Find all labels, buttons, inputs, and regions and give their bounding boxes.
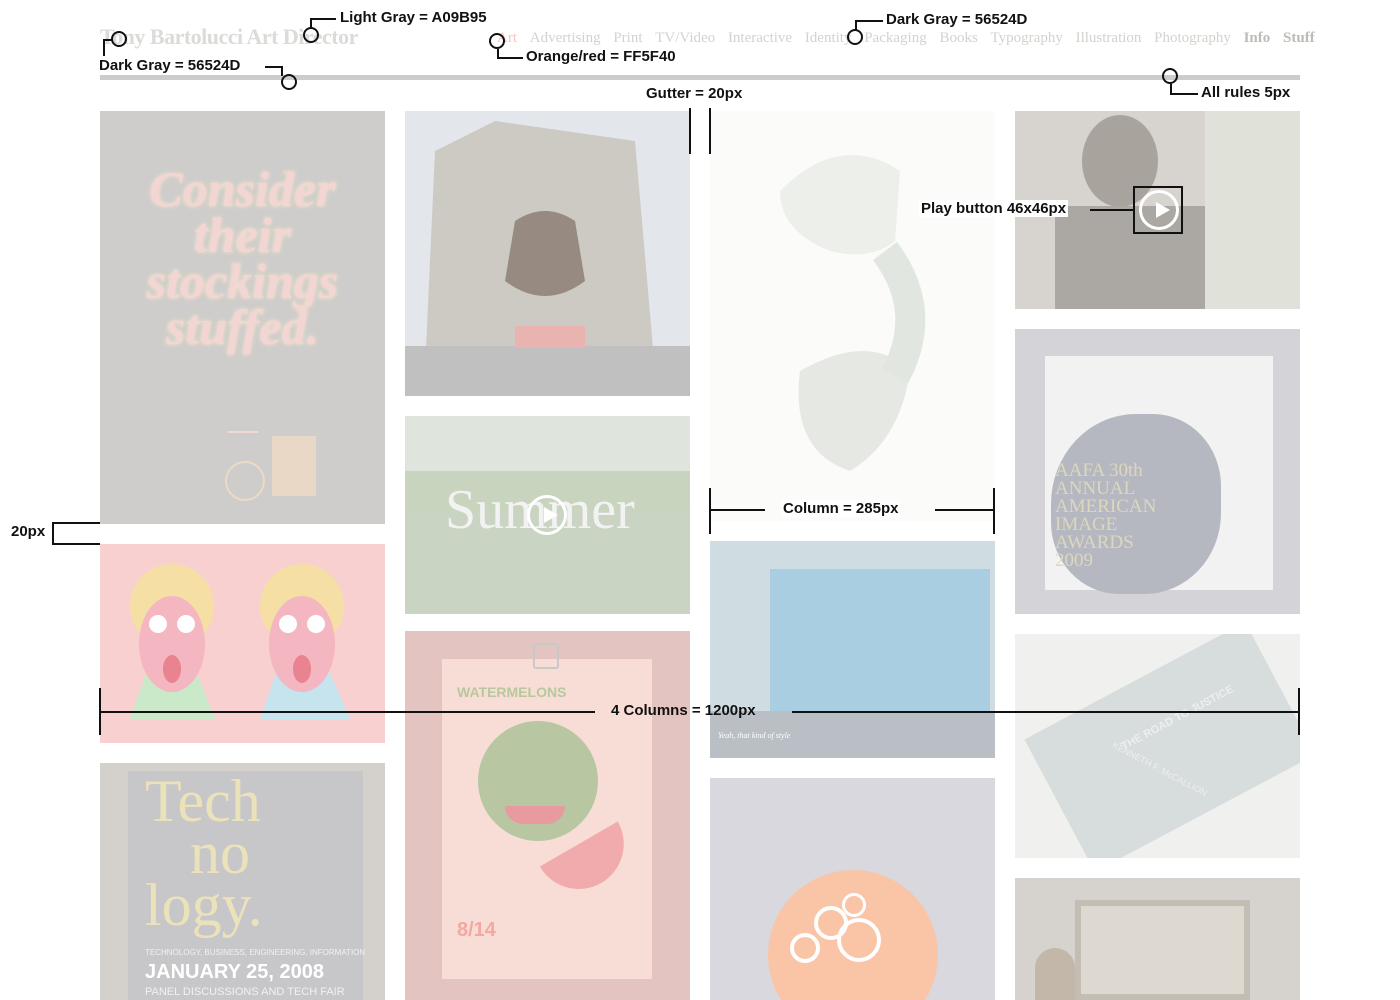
annotation-gutter-tick [709,108,711,154]
melon-title: WATERMELONS [457,684,567,700]
annotation-grid-line [792,711,1299,713]
annotation-leader [103,39,113,41]
tile-building-mural[interactable] [405,111,690,396]
site-title[interactable]: Tony Bartolucci Art Director [100,24,358,50]
poster-line: stockings [146,253,339,309]
nav-item-advertising[interactable]: Advertising [530,30,601,46]
bubble-icon [837,918,881,962]
tech-headline: Tech no logy. [145,771,263,938]
annotation-column: Column = 285px [781,500,901,517]
annotation-dark-gray-top: Dark Gray = 56524D [884,11,1030,28]
annotation-leader [1170,93,1198,95]
annotation-leader [497,57,523,59]
aquarium-window [770,569,990,719]
main-nav: Art Advertising Print TV/Video Interacti… [497,30,1315,47]
bubble-icon [842,893,866,917]
annotation-marker-orange-red [489,33,505,49]
light-swirl [228,431,258,433]
nav-item-stuff[interactable]: Stuff [1283,30,1315,46]
book-cover-icon [1024,634,1300,858]
annotation-leader [103,39,105,56]
tech-line: logy. [145,872,263,938]
lottery-ticket-icon [272,436,316,496]
nav-item-photography[interactable]: Photography [1154,30,1231,46]
annotation-leader [855,20,883,22]
poster-headline: Consider their stockings stuffed. [100,161,385,355]
annotation-row-gap-tick [52,543,100,545]
aquarium-caption: Yeah, that kind of style [718,731,791,740]
annotation-play-button-box [1133,186,1183,234]
annotation-leader [310,18,336,20]
annotation-leader [281,66,283,76]
annotation-column-tick [709,488,711,534]
annotation-grid-line [99,711,595,713]
annotation-leader [1090,209,1134,211]
tech-date: JANUARY 25, 2008 [145,961,324,983]
tile-aafa-awards[interactable]: AAFA 30th ANNUAL AMERICAN IMAGE AWARDS 2… [1015,329,1300,614]
tile-money-letter[interactable] [710,111,995,521]
annotation-column-tick [993,488,995,534]
tile-bubbles-logo[interactable] [710,778,995,1000]
clip-icon [533,643,559,669]
lottery-seal-icon [225,461,265,501]
annotation-all-rules: All rules 5px [1199,84,1293,101]
nav-item-typography[interactable]: Typography [991,30,1063,46]
annotation-marker-dark-gray-nav [847,29,863,45]
annotation-column-line [709,509,765,511]
subway-frame [1075,900,1250,1000]
play-icon[interactable] [527,495,567,535]
tech-subtitle: TECHNOLOGY, BUSINESS, ENGINEERING, INFOR… [145,948,366,957]
tile-subway-photo[interactable] [1015,878,1300,1000]
aafa-line: 2009 [1055,550,1093,571]
poster-line: Consider [149,161,336,217]
money-sculpture-icon [780,155,926,471]
annotation-row-gap-tick [52,522,100,524]
annotation-marker-all-rules [1162,68,1178,84]
nav-item-info[interactable]: Info [1244,30,1271,46]
tile-stockings-poster[interactable]: Consider their stockings stuffed. [100,111,385,524]
annotation-column-line [935,509,995,511]
annotation-gutter-tick [689,108,691,154]
twin-left [130,564,215,719]
melon-date: 8/14 [457,919,496,941]
nav-item-print[interactable]: Print [613,30,642,46]
building-photo-icon [405,111,690,396]
nav-item-interactive[interactable]: Interactive [728,30,792,46]
tile-twins-illustration[interactable] [100,544,385,743]
tile-technology-poster[interactable]: Tech no logy. TECHNOLOGY, BUSINESS, ENGI… [100,763,385,1000]
nav-item-illustration[interactable]: Illustration [1076,30,1142,46]
poster-line: their [193,207,292,263]
annotation-marker-light-gray [303,27,319,43]
nav-item-packaging[interactable]: Packaging [864,30,926,46]
annotation-play-button: Play button 46x46px [919,200,1069,217]
annotation-row-gap: 20px [11,523,46,540]
tile-watermelons-poster[interactable]: WATERMELONS 8/14 [405,631,690,1000]
header-rule [100,75,1300,80]
annotation-dark-gray-left: Dark Gray = 56524D [97,57,243,74]
annotation-marker-dark-gray-title [111,31,127,47]
annotation-row-gap-bracket [52,522,54,545]
tech-footer: PANEL DISCUSSIONS AND TECH FAIR [145,986,345,998]
nav-item-books[interactable]: Books [939,30,977,46]
aafa-title: AAFA 30th ANNUAL AMERICAN IMAGE AWARDS 2… [1055,461,1156,571]
nav-item-tv-video[interactable]: TV/Video [655,30,715,46]
annotation-orange-red: Orange/red = FF5F40 [524,48,678,65]
poster-line: stuffed. [165,299,320,355]
melon-mouth [505,806,565,824]
twins-illustration-icon [100,544,385,743]
nav-item-identity[interactable]: Identity [805,30,852,46]
bubble-icon [790,933,820,963]
annotation-gutter: Gutter = 20px [644,85,745,102]
tile-road-to-justice-book[interactable]: THE ROAD TO JUSTICE KENNETH F. McCALLION [1015,634,1300,858]
tile-summer-video[interactable]: Summer [405,416,690,614]
person-icon [1035,948,1075,1000]
annotation-light-gray: Light Gray = A09B95 [338,9,489,26]
annotation-marker-dark-gray-rule [281,74,297,90]
tile-aquarium-ad[interactable]: Yeah, that kind of style [710,541,995,758]
annotation-four-columns: 4 Columns = 1200px [611,702,756,719]
